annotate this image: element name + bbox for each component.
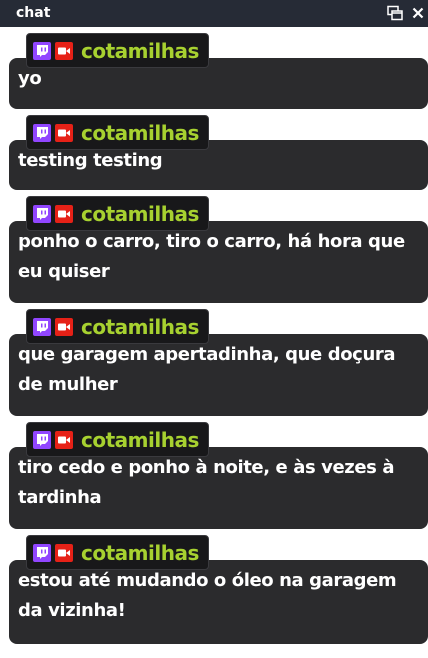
message-bubble: tiro cedo e ponho à noite, e às vezes à … [9,447,428,529]
message-text: ponho o carro, tiro o carro, há hora que… [18,231,405,282]
message-bubble: que garagem apertadinha, que doçura de m… [9,334,428,416]
username: cotamilhas [81,201,199,226]
title-bar[interactable]: chat [0,0,428,27]
username: cotamilhas [81,314,199,339]
message-text: que garagem apertadinha, que doçura de m… [18,344,396,395]
youtube-icon [55,204,73,223]
popout-window-icon[interactable] [386,4,404,22]
username: cotamilhas [81,38,199,63]
username-badge: cotamilhas [26,33,209,68]
youtube-icon [55,123,73,142]
username: cotamilhas [81,427,199,452]
message-list[interactable]: cotamilhas yo cotamilhas testing testing [0,27,428,658]
message-text: testing testing [18,150,163,171]
username: cotamilhas [81,120,199,145]
username: cotamilhas [81,540,199,565]
username-badge: cotamilhas [26,196,209,231]
twitch-icon [33,204,51,223]
youtube-icon [55,41,73,60]
twitch-icon [33,317,51,336]
twitch-icon [33,430,51,449]
message-text: estou até mudando o óleo na garagem da v… [18,570,397,621]
close-icon[interactable] [409,4,427,22]
twitch-icon [33,123,51,142]
message-text: tiro cedo e ponho à noite, e às vezes à … [18,457,395,508]
username-badge: cotamilhas [26,422,209,457]
message-text: yo [18,68,42,89]
twitch-icon [33,41,51,60]
username-badge: cotamilhas [26,535,209,570]
message-bubble: ponho o carro, tiro o carro, há hora que… [9,221,428,303]
username-badge: cotamilhas [26,309,209,344]
youtube-icon [55,430,73,449]
window-title: chat [16,5,51,21]
twitch-icon [33,543,51,562]
chat-window: chat cotamilhas yo cotamilhas testing te… [0,0,428,658]
message-bubble: estou até mudando o óleo na garagem da v… [9,560,428,644]
username-badge: cotamilhas [26,115,209,150]
youtube-icon [55,317,73,336]
youtube-icon [55,543,73,562]
